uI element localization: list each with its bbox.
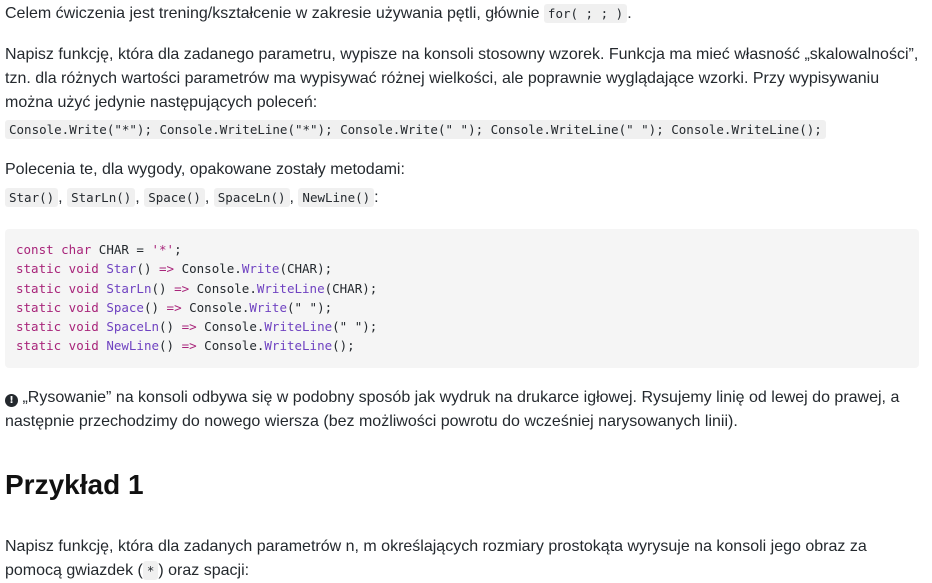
code-token: () bbox=[151, 280, 175, 296]
method-spaceln: SpaceLn() bbox=[213, 188, 290, 207]
code-token: Console. bbox=[196, 338, 265, 354]
code-token: Console. bbox=[181, 299, 250, 315]
code-token: SpaceLn bbox=[106, 319, 160, 335]
method-space: Space() bbox=[144, 188, 205, 207]
code-token: () bbox=[159, 319, 182, 335]
code-token: Console. bbox=[174, 261, 242, 277]
intro-text: Celem ćwiczenia jest trening/kształcenie… bbox=[5, 5, 540, 22]
code-line: static void Space() => Console.Write(" "… bbox=[16, 300, 332, 315]
code-token: WriteLine bbox=[256, 280, 325, 296]
code-block: const char CHAR = '*'; static void Star(… bbox=[5, 229, 919, 368]
wrappers-paragraph: Polecenia te, dla wygody, opakowane zost… bbox=[5, 158, 919, 182]
method-separator: , bbox=[204, 189, 210, 206]
example-paragraph: Napisz funkcję, która dla zadanych param… bbox=[5, 535, 919, 583]
code-line: const char CHAR = '*'; bbox=[16, 242, 182, 257]
code-token: static void bbox=[16, 319, 99, 335]
task-text: Napisz funkcję, która dla zadanego param… bbox=[5, 46, 919, 111]
example-heading: Przykład 1 bbox=[5, 468, 144, 500]
code-token: (CHAR); bbox=[279, 261, 333, 277]
example-text: Napisz funkcję, która dla zadanych param… bbox=[5, 537, 867, 579]
code-token: () bbox=[159, 338, 182, 354]
code-token: static void bbox=[16, 280, 99, 296]
code-token: => bbox=[174, 280, 190, 296]
code-token: const char bbox=[16, 242, 92, 257]
code-line: static void Star() => Console.Write(CHAR… bbox=[16, 261, 332, 276]
document: Celem ćwiczenia jest trening/kształcenie… bbox=[0, 0, 932, 583]
allowed-commands-code: Console.Write("*"); Console.WriteLine("*… bbox=[5, 120, 826, 139]
code-token: NewLine bbox=[106, 338, 160, 354]
code-token: Write bbox=[249, 299, 287, 315]
code-token: static void bbox=[16, 338, 99, 354]
code-token: => bbox=[159, 261, 175, 277]
code-token: Write bbox=[241, 261, 280, 277]
method-separator: , bbox=[58, 189, 63, 206]
method-list-end: : bbox=[374, 189, 379, 206]
task-paragraph: Napisz funkcję, która dla zadanego param… bbox=[5, 43, 919, 115]
code-token: => bbox=[181, 319, 197, 335]
code-token: '*' bbox=[151, 242, 175, 257]
method-starln: StarLn() bbox=[67, 188, 136, 207]
code-token: () bbox=[143, 299, 167, 315]
note-text: „Rysowanie” na konsoli odbywa się w podo… bbox=[5, 388, 900, 430]
info-icon: ! bbox=[5, 393, 18, 407]
intro-end: . bbox=[627, 5, 632, 22]
code-token: StarLn bbox=[106, 280, 152, 296]
code-line: static void NewLine() => Console.WriteLi… bbox=[16, 338, 355, 353]
code-token: => bbox=[166, 299, 182, 315]
code-token: ; bbox=[174, 242, 182, 257]
code-token: (CHAR); bbox=[324, 280, 378, 296]
code-token: Star bbox=[106, 261, 137, 277]
code-token: (" "); bbox=[332, 319, 378, 335]
code-token: Console. bbox=[189, 280, 257, 296]
code-token: WriteLine bbox=[264, 319, 333, 335]
method-separator: , bbox=[289, 189, 294, 206]
for-loop-code: for( ; ; ) bbox=[543, 4, 628, 23]
allowed-commands: Console.Write("*"); Console.WriteLine("*… bbox=[5, 118, 919, 142]
method-list: Star(), StarLn(), Space(), SpaceLn(), Ne… bbox=[5, 186, 919, 210]
code-token: CHAR = bbox=[91, 242, 152, 257]
intro-paragraph: Celem ćwiczenia jest trening/kształcenie… bbox=[5, 2, 919, 26]
code-token: static void bbox=[16, 261, 99, 277]
note-paragraph: ! „Rysowanie” na konsoli odbywa się w po… bbox=[5, 386, 919, 434]
example-end: ) oraz spacji: bbox=[158, 561, 250, 579]
star-code: * bbox=[142, 560, 159, 580]
method-star: Star() bbox=[5, 188, 59, 207]
method-separator: , bbox=[135, 189, 140, 206]
wrappers-text: Polecenia te, dla wygody, opakowane zost… bbox=[5, 161, 405, 178]
code-token: Console. bbox=[196, 319, 265, 335]
code-token: (" "); bbox=[286, 299, 333, 315]
code-line: static void StarLn() => Console.WriteLin… bbox=[16, 281, 377, 296]
code-token: static void bbox=[16, 299, 99, 315]
code-line: static void SpaceLn() => Console.WriteLi… bbox=[16, 319, 377, 334]
code-token: () bbox=[136, 261, 160, 277]
code-token: WriteLine bbox=[264, 338, 333, 354]
code-token: => bbox=[181, 338, 197, 354]
method-newline: NewLine() bbox=[298, 188, 375, 207]
code-token: Space bbox=[106, 299, 144, 315]
code-token: (); bbox=[332, 338, 355, 354]
